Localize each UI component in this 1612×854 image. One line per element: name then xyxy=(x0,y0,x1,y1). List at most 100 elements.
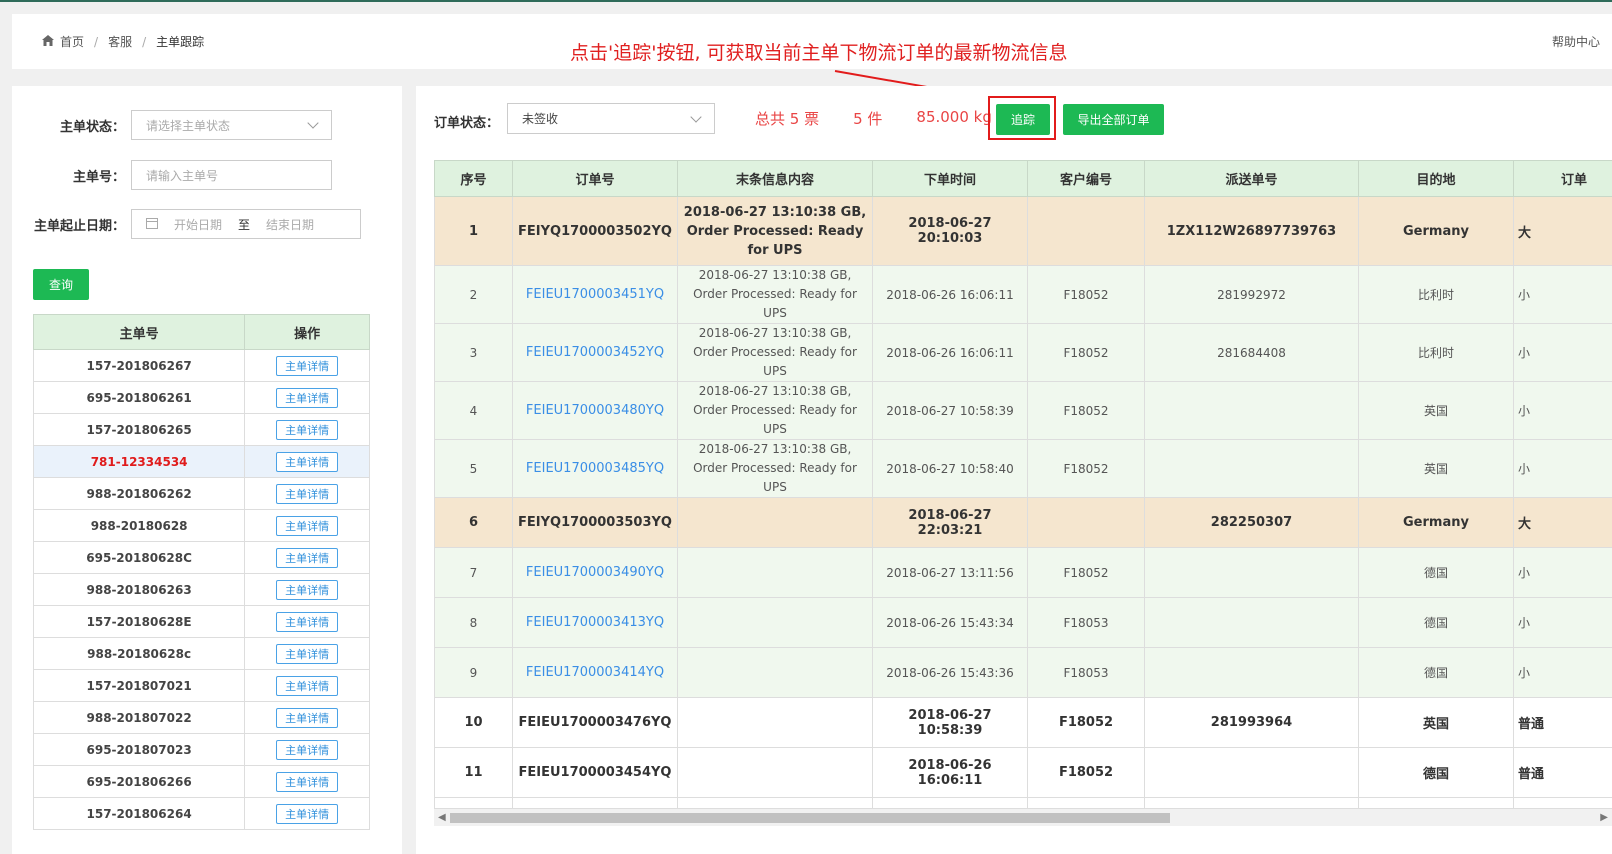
table-row[interactable]: 695-20180628C 主单详情 xyxy=(32,541,370,574)
row-number-cell: 8 xyxy=(434,597,513,648)
master-detail-button[interactable]: 主单详情 xyxy=(276,739,339,760)
delivery-no-cell: 281992972 xyxy=(1144,265,1359,324)
master-detail-button[interactable]: 主单详情 xyxy=(276,803,339,824)
master-detail-button[interactable]: 主单详情 xyxy=(276,451,339,472)
order-no-link[interactable]: FEIEU1700003485YQ xyxy=(512,439,678,498)
order-no-link[interactable]: FEIEU1700003454YQ xyxy=(512,747,678,798)
order-time-cell: 2018-06-27 22:03:21 xyxy=(872,497,1028,548)
table-row[interactable]: 988-201806263 主单详情 xyxy=(32,573,370,606)
action-cell: 主单详情 xyxy=(244,477,370,510)
order-no-link[interactable]: FEIEU1700003480YQ xyxy=(512,381,678,440)
order-time-cell: 2018-06-27 10:58:39 xyxy=(872,697,1028,748)
horizontal-scrollbar[interactable]: ◀ ▶ xyxy=(434,808,1612,826)
column-header: 序号 xyxy=(434,160,513,197)
last-info-cell: 2018-06-27 13:10:38 GB, Order Processed:… xyxy=(677,196,873,266)
column-header: 主单号 xyxy=(32,314,246,350)
piece-count: 5 件 xyxy=(853,110,883,128)
action-cell: 主单详情 xyxy=(244,573,370,606)
master-no-input[interactable]: 请输入主单号 xyxy=(131,160,332,190)
column-header: 末条信息内容 xyxy=(677,160,873,197)
order-type-cell: 普通 xyxy=(1513,697,1612,748)
master-no-cell: 695-201807023 xyxy=(32,733,246,766)
master-status-select[interactable]: 请选择主单状态 xyxy=(131,110,332,140)
table-row: 5 FEIEU1700003485YQ 2018-06-27 13:10:38 GB… xyxy=(434,439,1612,498)
start-date-field[interactable]: 开始日期 xyxy=(174,216,222,233)
order-no-link[interactable]: FEIYQ1700003502YQ xyxy=(512,196,678,266)
master-no-cell: 157-201807021 xyxy=(32,669,246,702)
row-number-cell: 11 xyxy=(434,747,513,798)
order-no-link[interactable]: FEIEU1700003413YQ xyxy=(512,597,678,648)
table-row[interactable]: 988-20180628 主单详情 xyxy=(32,509,370,542)
row-number-cell: 6 xyxy=(434,497,513,548)
master-detail-button[interactable]: 主单详情 xyxy=(276,707,339,728)
table-row[interactable]: 695-201807023 主单详情 xyxy=(32,733,370,766)
master-no-cell: 695-201806261 xyxy=(32,381,246,414)
master-detail-button[interactable]: 主单详情 xyxy=(276,579,339,600)
action-cell: 主单详情 xyxy=(244,733,370,766)
master-detail-button[interactable]: 主单详情 xyxy=(276,771,339,792)
end-date-field[interactable]: 结束日期 xyxy=(266,216,314,233)
table-row[interactable]: 157-201806265 主单详情 xyxy=(32,413,370,446)
ticket-count: 总共 5 票 xyxy=(755,110,820,128)
row-number-cell: 7 xyxy=(434,547,513,598)
table-row[interactable]: 157-20180628E 主单详情 xyxy=(32,605,370,638)
order-no-link[interactable]: FEIYQ1700003503YQ xyxy=(512,497,678,548)
delivery-no-cell: 1ZX112W26897739763 xyxy=(1144,196,1359,266)
table-row[interactable]: 988-201807022 主单详情 xyxy=(32,701,370,734)
order-table-viewport[interactable]: 序号 订单号 末条信息内容 下单时间 客户编号 派送单号 目的地 订单 1 FEIYQ17000… xyxy=(434,160,1612,820)
master-detail-button[interactable]: 主单详情 xyxy=(276,355,339,376)
master-detail-button[interactable]: 主单详情 xyxy=(276,515,339,536)
table-row[interactable]: 157-201807021 主单详情 xyxy=(32,669,370,702)
master-detail-button[interactable]: 主单详情 xyxy=(276,547,339,568)
table-row: 7 FEIEU1700003490YQ 2018-06-27 13:11:56 F18… xyxy=(434,547,1612,598)
track-button[interactable]: 追踪 xyxy=(996,104,1050,135)
customer-no-cell: F18052 xyxy=(1027,323,1145,382)
date-range-picker[interactable]: 开始日期 至 结束日期 xyxy=(131,209,361,239)
order-no-link[interactable]: FEIEU1700003476YQ xyxy=(512,697,678,748)
master-detail-button[interactable]: 主单详情 xyxy=(276,643,339,664)
master-detail-button[interactable]: 主单详情 xyxy=(276,483,339,504)
table-row[interactable]: 988-20180628c 主单详情 xyxy=(32,637,370,670)
scroll-left-arrow-icon[interactable]: ◀ xyxy=(438,812,446,823)
destination-cell: 比利时 xyxy=(1358,265,1514,324)
order-no-link[interactable]: FEIEU1700003452YQ xyxy=(512,323,678,382)
export-all-orders-button[interactable]: 导出全部订单 xyxy=(1063,104,1164,135)
customer-no-cell: F18052 xyxy=(1027,265,1145,324)
column-header: 操作 xyxy=(244,314,370,350)
customer-no-cell: F18052 xyxy=(1027,697,1145,748)
order-no-link[interactable]: FEIEU1700003414YQ xyxy=(512,647,678,698)
master-detail-button[interactable]: 主单详情 xyxy=(276,419,339,440)
scroll-right-arrow-icon[interactable]: ▶ xyxy=(1600,812,1608,823)
order-status-select[interactable]: 未签收 xyxy=(507,103,715,134)
master-no-cell: 781-12334534 xyxy=(32,445,246,478)
order-type-cell: 大 xyxy=(1513,196,1612,266)
table-row[interactable]: 157-201806264 主单详情 xyxy=(32,797,370,830)
customer-no-cell: F18053 xyxy=(1027,597,1145,648)
last-info-cell: 2018-06-27 13:10:38 GB, Order Processed:… xyxy=(677,439,873,498)
column-header: 客户编号 xyxy=(1027,160,1145,197)
master-detail-button[interactable]: 主单详情 xyxy=(276,387,339,408)
customer-no-cell: F18052 xyxy=(1027,747,1145,798)
table-row: 4 FEIEU1700003480YQ 2018-06-27 13:10:38 GB… xyxy=(434,381,1612,440)
delivery-no-cell xyxy=(1144,647,1359,698)
table-row[interactable]: 157-201806267 主单详情 xyxy=(32,349,370,382)
master-detail-button[interactable]: 主单详情 xyxy=(276,675,339,696)
table-row[interactable]: 988-201806262 主单详情 xyxy=(32,477,370,510)
destination-cell: 德国 xyxy=(1358,647,1514,698)
table-row[interactable]: 695-201806261 主单详情 xyxy=(32,381,370,414)
order-no-link[interactable]: FEIEU1700003490YQ xyxy=(512,547,678,598)
table-row: 2 FEIEU1700003451YQ 2018-06-27 13:10:38 GB… xyxy=(434,265,1612,324)
order-no-link[interactable]: FEIEU1700003451YQ xyxy=(512,265,678,324)
action-cell: 主单详情 xyxy=(244,605,370,638)
total-weight: 85.000 kg xyxy=(916,108,992,126)
master-detail-button[interactable]: 主单详情 xyxy=(276,611,339,632)
table-row[interactable]: 781-12334534 主单详情 xyxy=(32,445,370,478)
action-cell: 主单详情 xyxy=(244,541,370,574)
scrollbar-thumb[interactable] xyxy=(450,813,1170,823)
destination-cell: 德国 xyxy=(1358,747,1514,798)
query-button[interactable]: 查询 xyxy=(33,269,89,300)
column-header: 下单时间 xyxy=(872,160,1028,197)
customer-no-cell: F18052 xyxy=(1027,381,1145,440)
order-time-cell: 2018-06-27 10:58:40 xyxy=(872,439,1028,498)
table-row[interactable]: 695-201806266 主单详情 xyxy=(32,765,370,798)
